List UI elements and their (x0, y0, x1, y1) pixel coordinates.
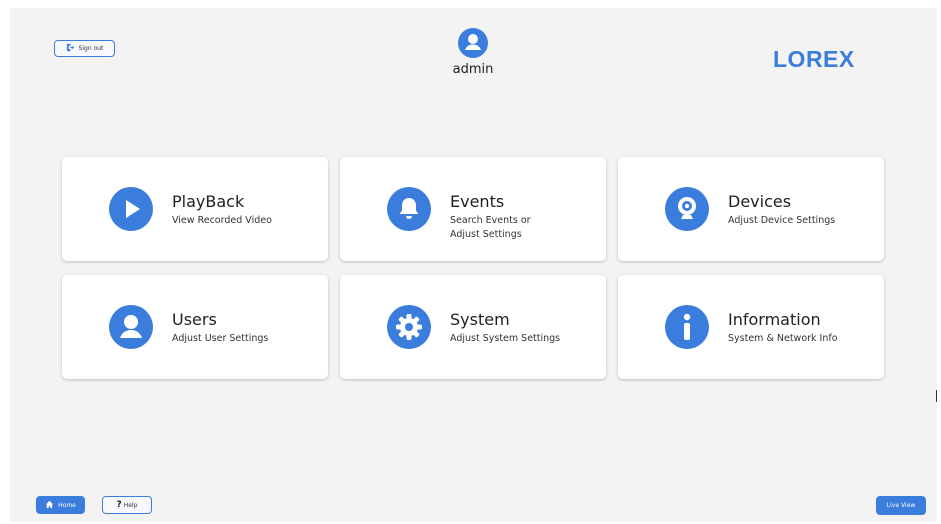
tile-title: PlayBack (172, 192, 245, 211)
tile-information[interactable]: Information System & Network Info (618, 275, 884, 379)
username-label: admin (452, 62, 494, 77)
tile-title: Devices (728, 192, 792, 211)
tile-title: Information (728, 310, 821, 329)
tile-devices[interactable]: Devices Adjust Device Settings (618, 157, 884, 261)
sign-out-icon (66, 43, 75, 54)
camera-icon (665, 187, 709, 231)
user-avatar-icon (458, 28, 488, 58)
bell-icon (387, 187, 431, 231)
home-button[interactable]: Home (36, 496, 85, 514)
help-button[interactable]: ? Help (102, 496, 152, 514)
tile-title: System (450, 310, 510, 329)
tile-description: View Recorded Video (172, 215, 272, 226)
tile-description: Adjust Device Settings (728, 215, 836, 226)
home-icon (45, 500, 54, 511)
tile-events[interactable]: Events Search Events or Adjust Settings (340, 157, 606, 261)
live-view-label: Live View (886, 502, 916, 509)
info-icon (665, 305, 709, 349)
tile-playback[interactable]: PlayBack View Recorded Video (62, 157, 328, 261)
sign-out-button[interactable]: Sign out (54, 40, 115, 57)
help-label: Help (123, 501, 138, 509)
tile-description: Search Events or Adjust Settings (450, 215, 531, 240)
play-icon (109, 187, 153, 231)
tile-description: Adjust System Settings (450, 333, 561, 344)
tile-users[interactable]: Users Adjust User Settings (62, 275, 328, 379)
tile-description: System & Network Info (728, 333, 838, 344)
gear-icon (387, 305, 431, 349)
current-user: admin (435, 28, 511, 77)
live-view-button[interactable]: Live View (876, 496, 926, 515)
sign-out-label: Sign out (78, 45, 104, 52)
tile-system[interactable]: System Adjust System Settings (340, 275, 606, 379)
home-label: Home (58, 501, 76, 509)
tile-title: Users (172, 310, 217, 329)
tile-description: Adjust User Settings (172, 333, 269, 344)
mouse-cursor (936, 390, 937, 402)
app-screen (10, 8, 937, 522)
lorex-logo: LOREX (773, 46, 855, 72)
help-icon: ? (116, 500, 122, 510)
tile-title: Events (450, 192, 505, 211)
user-icon (109, 305, 153, 349)
